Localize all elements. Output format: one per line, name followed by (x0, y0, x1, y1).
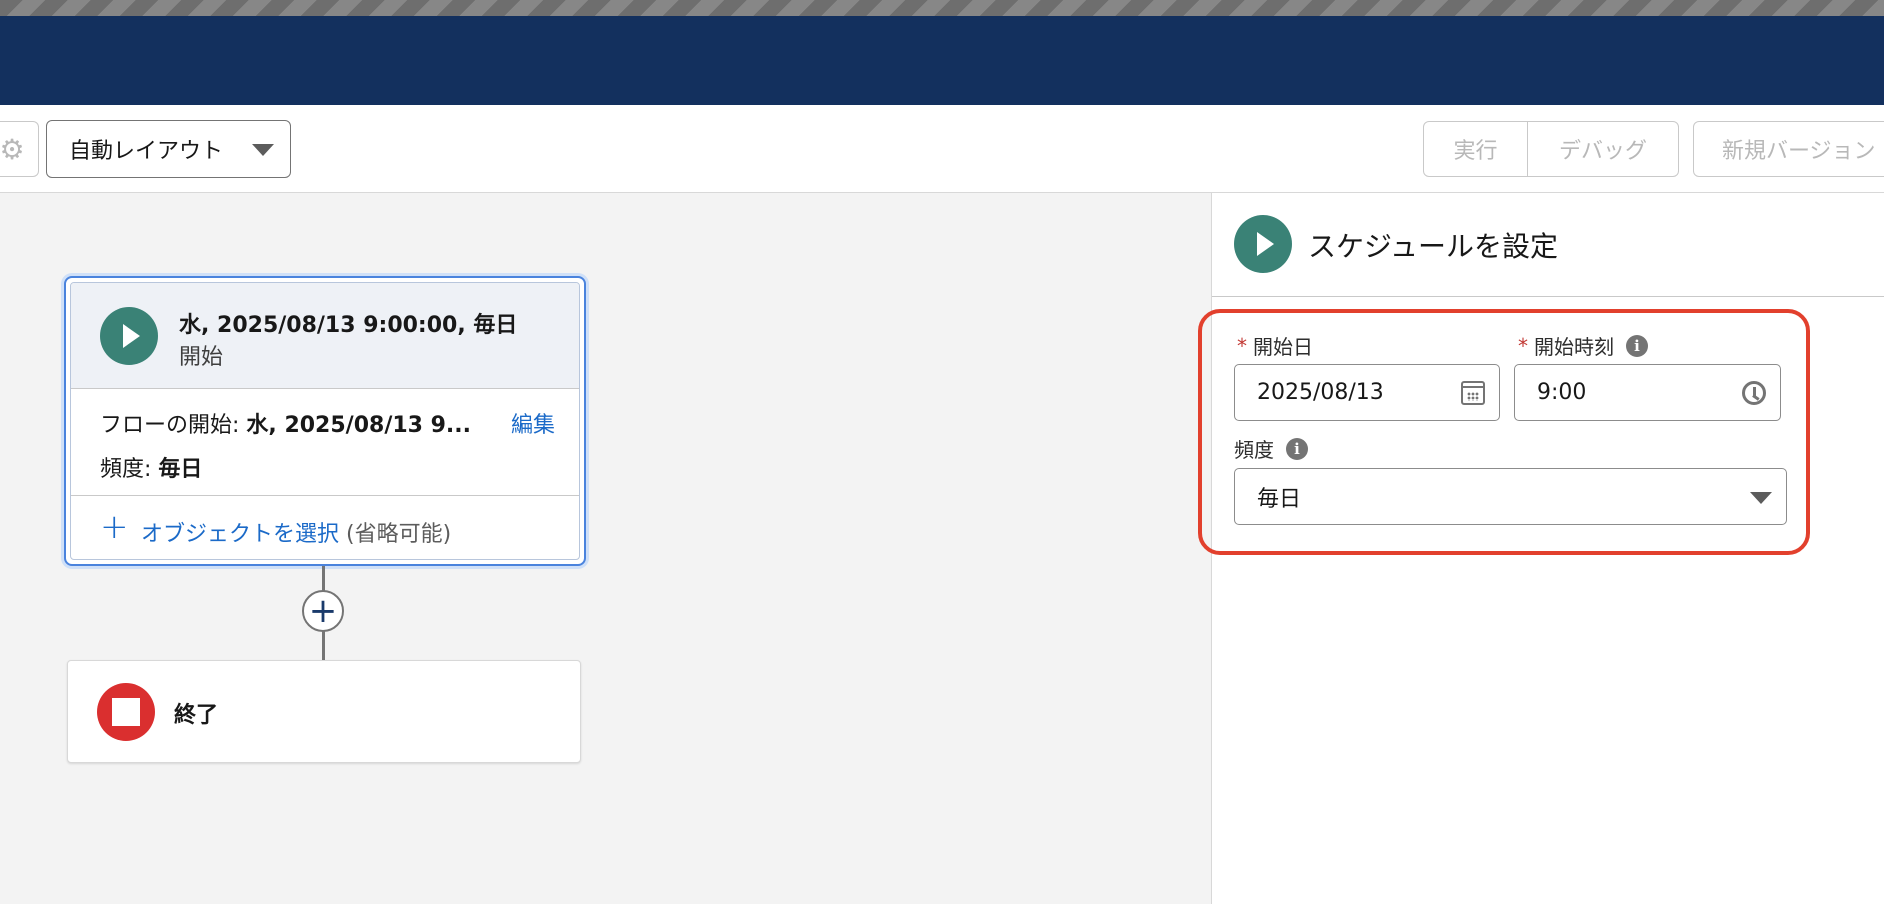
panel-title: スケジュールを設定 (1308, 230, 1559, 263)
play-icon (1234, 215, 1292, 273)
run-debug-group: 実行 デバッグ (1423, 121, 1679, 177)
plus-icon: + (100, 507, 129, 547)
select-object-link[interactable]: オブジェクトを選択 (省略可能) (141, 516, 451, 548)
debug-button[interactable]: デバッグ (1528, 122, 1678, 176)
play-icon (100, 307, 158, 365)
frequency-label: 頻度: (100, 457, 152, 482)
global-header (0, 16, 1884, 105)
flow-start-value: 水, 2025/08/13 9... (246, 413, 472, 438)
top-stripe (0, 0, 1884, 16)
edit-link[interactable]: 編集 (511, 407, 555, 439)
plus-icon: + (308, 591, 338, 631)
start-node-details: フローの開始: 水, 2025/08/13 9... 編集 頻度: 毎日 (71, 389, 579, 496)
start-node-title: 水, 2025/08/13 9:00:00, 毎日 (179, 313, 518, 338)
flow-start-label: フローの開始: (100, 413, 240, 438)
select-object-row[interactable]: + オブジェクトを選択 (省略可能) (71, 496, 579, 559)
toolbar: ⚙ 自動レイアウト 実行 デバッグ 新規バージョン (0, 105, 1884, 193)
settings-button[interactable]: ⚙ (0, 121, 39, 177)
chevron-down-icon (252, 144, 274, 156)
start-node-header: 水, 2025/08/13 9:00:00, 毎日 開始 (71, 283, 579, 389)
start-node-subtitle: 開始 (179, 345, 224, 370)
optional-label: (省略可能) (346, 522, 452, 547)
gear-icon: ⚙ (0, 132, 25, 166)
select-object-label: オブジェクトを選択 (141, 522, 340, 547)
frequency-value: 毎日 (158, 457, 203, 482)
stop-icon (97, 683, 155, 741)
frequency-row: 頻度: 毎日 (100, 451, 202, 483)
flow-start-row: フローの開始: 水, 2025/08/13 9... (100, 407, 471, 439)
end-node[interactable]: 終了 (67, 660, 581, 763)
layout-select-value: 自動レイアウト (69, 139, 224, 164)
highlight-box (1198, 309, 1810, 555)
run-button[interactable]: 実行 (1424, 122, 1528, 176)
panel-header: スケジュールを設定 (1212, 193, 1884, 297)
new-version-button[interactable]: 新規バージョン (1693, 121, 1884, 177)
layout-select[interactable]: 自動レイアウト (46, 120, 291, 178)
add-element-button[interactable]: + (302, 590, 344, 632)
start-node[interactable]: 水, 2025/08/13 9:00:00, 毎日 開始 フローの開始: 水, … (64, 276, 586, 566)
end-node-label: 終了 (174, 703, 219, 728)
